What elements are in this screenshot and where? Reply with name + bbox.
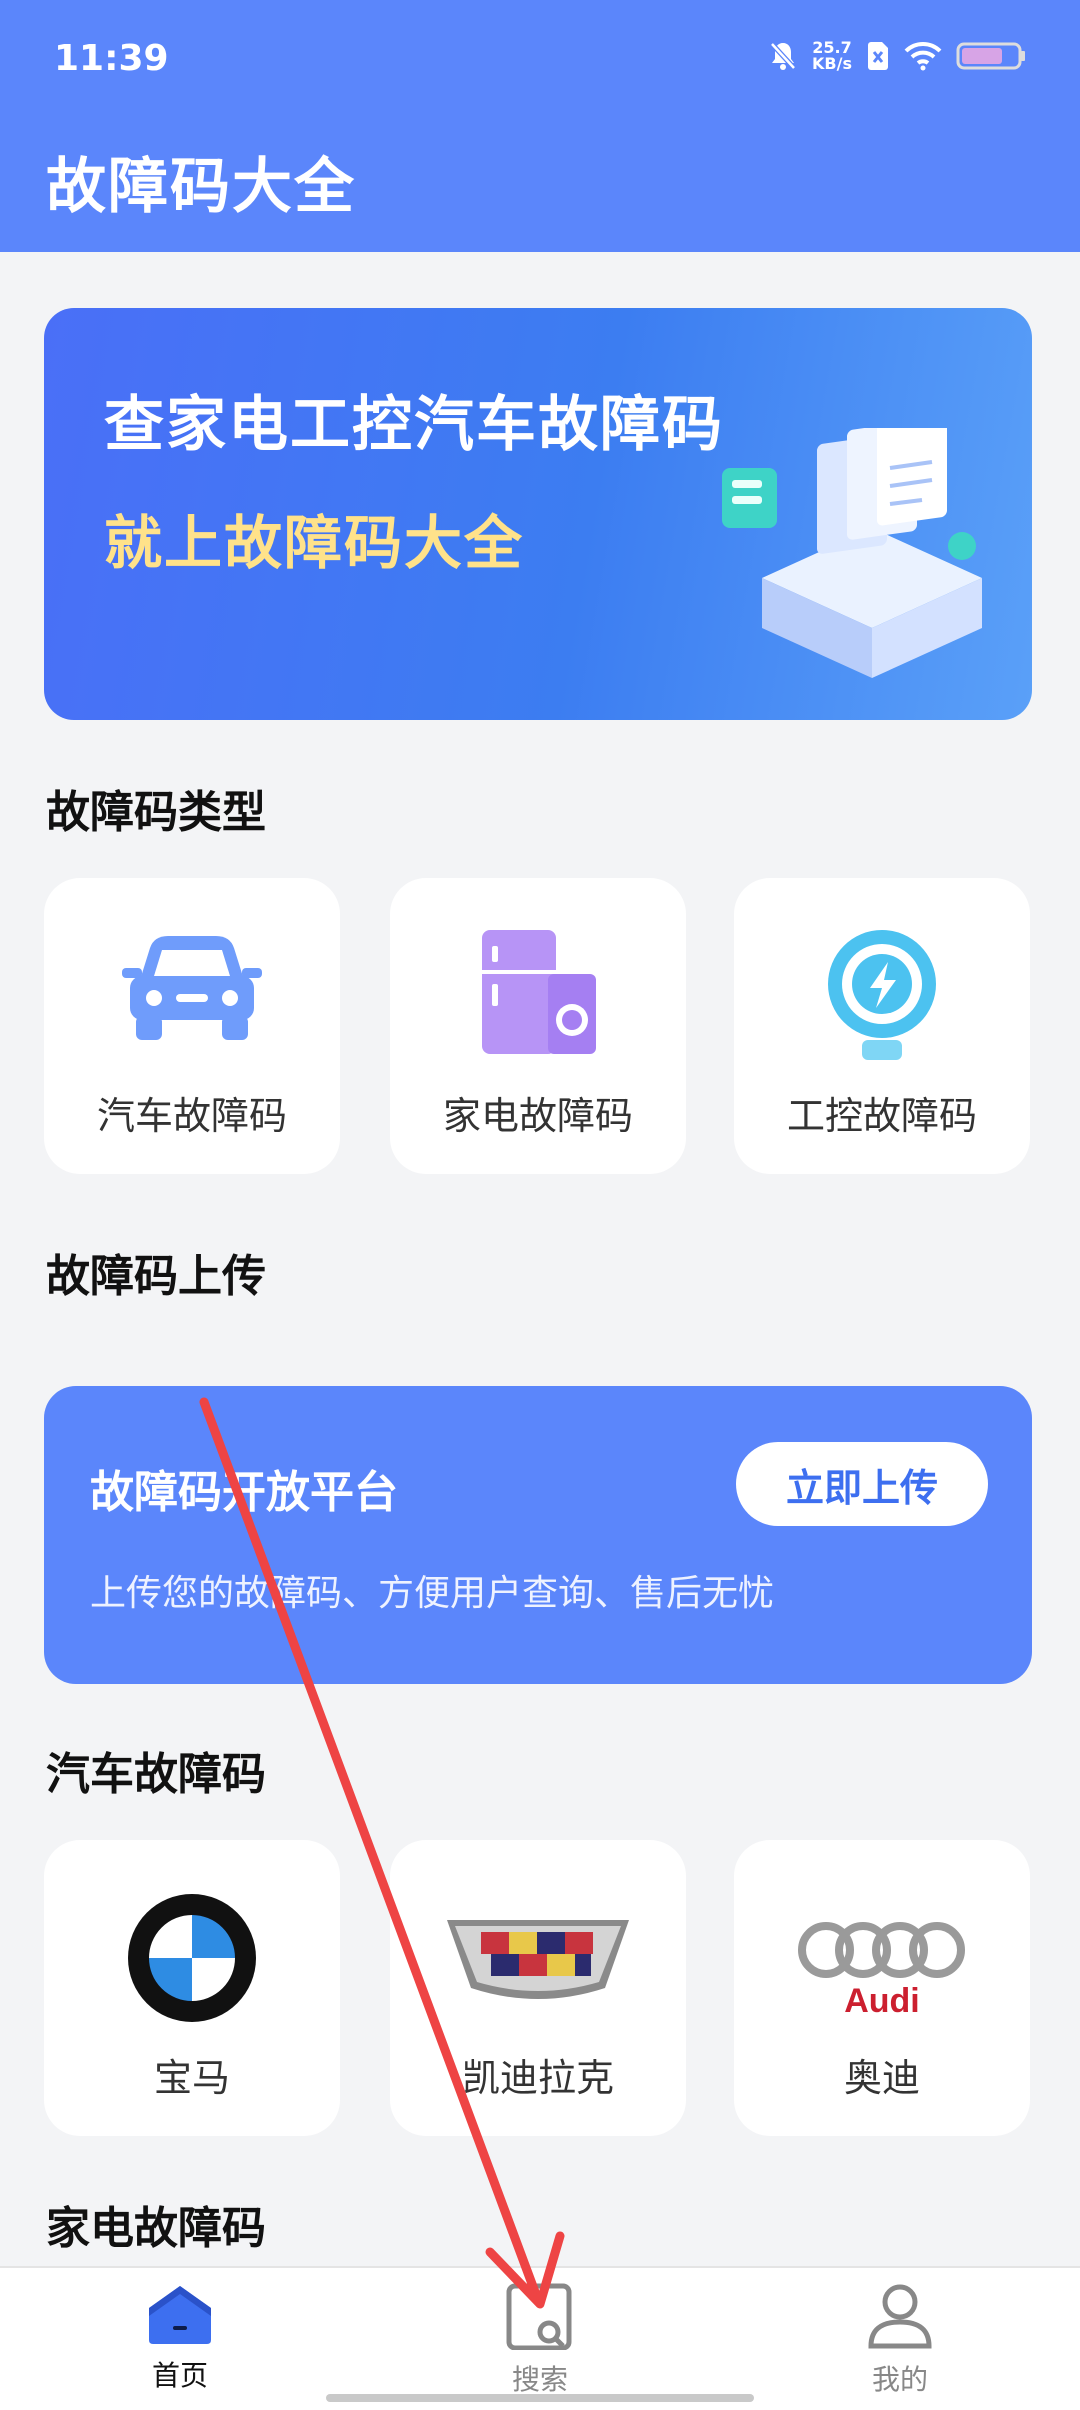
bmw-logo-icon	[128, 1894, 256, 2022]
nav-search-label: 搜索	[511, 2363, 568, 2396]
section-title-car: 汽车故障码	[46, 1749, 266, 1800]
brand-card-audi[interactable]: Audi 奥迪	[734, 1840, 1030, 2136]
sim-off-icon	[868, 42, 888, 70]
brand-card-label: 宝马	[153, 2056, 230, 2100]
car-icon	[122, 936, 262, 1040]
status-time: 11:39	[54, 38, 169, 79]
status-icons: 25.7 KB/s	[768, 40, 1026, 72]
nav-search[interactable]: 搜索	[440, 2282, 640, 2398]
type-card-car[interactable]: 汽车故障码	[44, 878, 340, 1174]
type-card-appliance[interactable]: 家电故障码	[390, 878, 686, 1174]
audi-logo-icon: Audi	[798, 1922, 965, 2020]
section-title-types: 故障码类型	[46, 787, 266, 838]
section-title-upload: 故障码上传	[46, 1251, 266, 1302]
promo-banner[interactable]: 查家电工控汽车故障码 就上故障码大全	[44, 308, 1032, 720]
network-speed: 25.7 KB/s	[812, 40, 852, 72]
bottom-nav: 首页 搜索 我的	[0, 2266, 1080, 2410]
type-card-label: 家电故障码	[442, 1094, 633, 1138]
nav-profile-label: 我的	[871, 2363, 928, 2396]
upload-panel-title: 故障码开放平台	[90, 1467, 398, 1518]
banner-subheadline: 就上故障码大全	[104, 509, 525, 577]
profile-icon	[868, 2284, 932, 2349]
appliance-icon	[482, 930, 596, 1054]
upload-panel-description: 上传您的故障码、方便用户查询、售后无忧	[90, 1573, 775, 1614]
type-card-label: 汽车故障码	[96, 1094, 287, 1138]
document-stack-illustration	[722, 428, 982, 678]
brand-card-cadillac[interactable]: 凯迪拉克	[390, 1840, 686, 2136]
section-title-appliance: 家电故障码	[46, 2203, 266, 2254]
bell-muted-icon	[770, 42, 796, 70]
nav-home[interactable]: 首页	[80, 2282, 280, 2394]
upload-now-button[interactable]: 立即上传	[736, 1442, 988, 1526]
home-indicator[interactable]	[326, 2394, 754, 2402]
brand-card-label: 凯迪拉克	[461, 2056, 614, 2100]
wifi-icon	[904, 41, 942, 71]
brand-card-label: 奥迪	[843, 2056, 920, 2100]
network-speed-unit: KB/s	[812, 54, 852, 73]
type-card-industrial[interactable]: 工控故障码	[734, 878, 1030, 1174]
upload-panel: 故障码开放平台 上传您的故障码、方便用户查询、售后无忧 立即上传	[44, 1386, 1032, 1684]
page-title: 故障码大全	[46, 152, 356, 222]
type-card-label: 工控故障码	[786, 1094, 977, 1138]
nav-home-label: 首页	[151, 2359, 208, 2392]
battery-icon	[956, 42, 1025, 70]
home-icon	[149, 2286, 211, 2344]
audi-logo-text: Audi	[844, 1982, 920, 2020]
search-icon	[506, 2283, 572, 2351]
banner-headline: 查家电工控汽车故障码	[104, 390, 724, 460]
industrial-control-icon	[828, 930, 936, 1060]
cadillac-logo-icon	[447, 1920, 629, 1999]
brand-card-bmw[interactable]: 宝马	[44, 1840, 340, 2136]
app-header: 11:39 25.7 KB/s 故障码大全	[0, 0, 1080, 252]
nav-profile[interactable]: 我的	[800, 2282, 1000, 2398]
